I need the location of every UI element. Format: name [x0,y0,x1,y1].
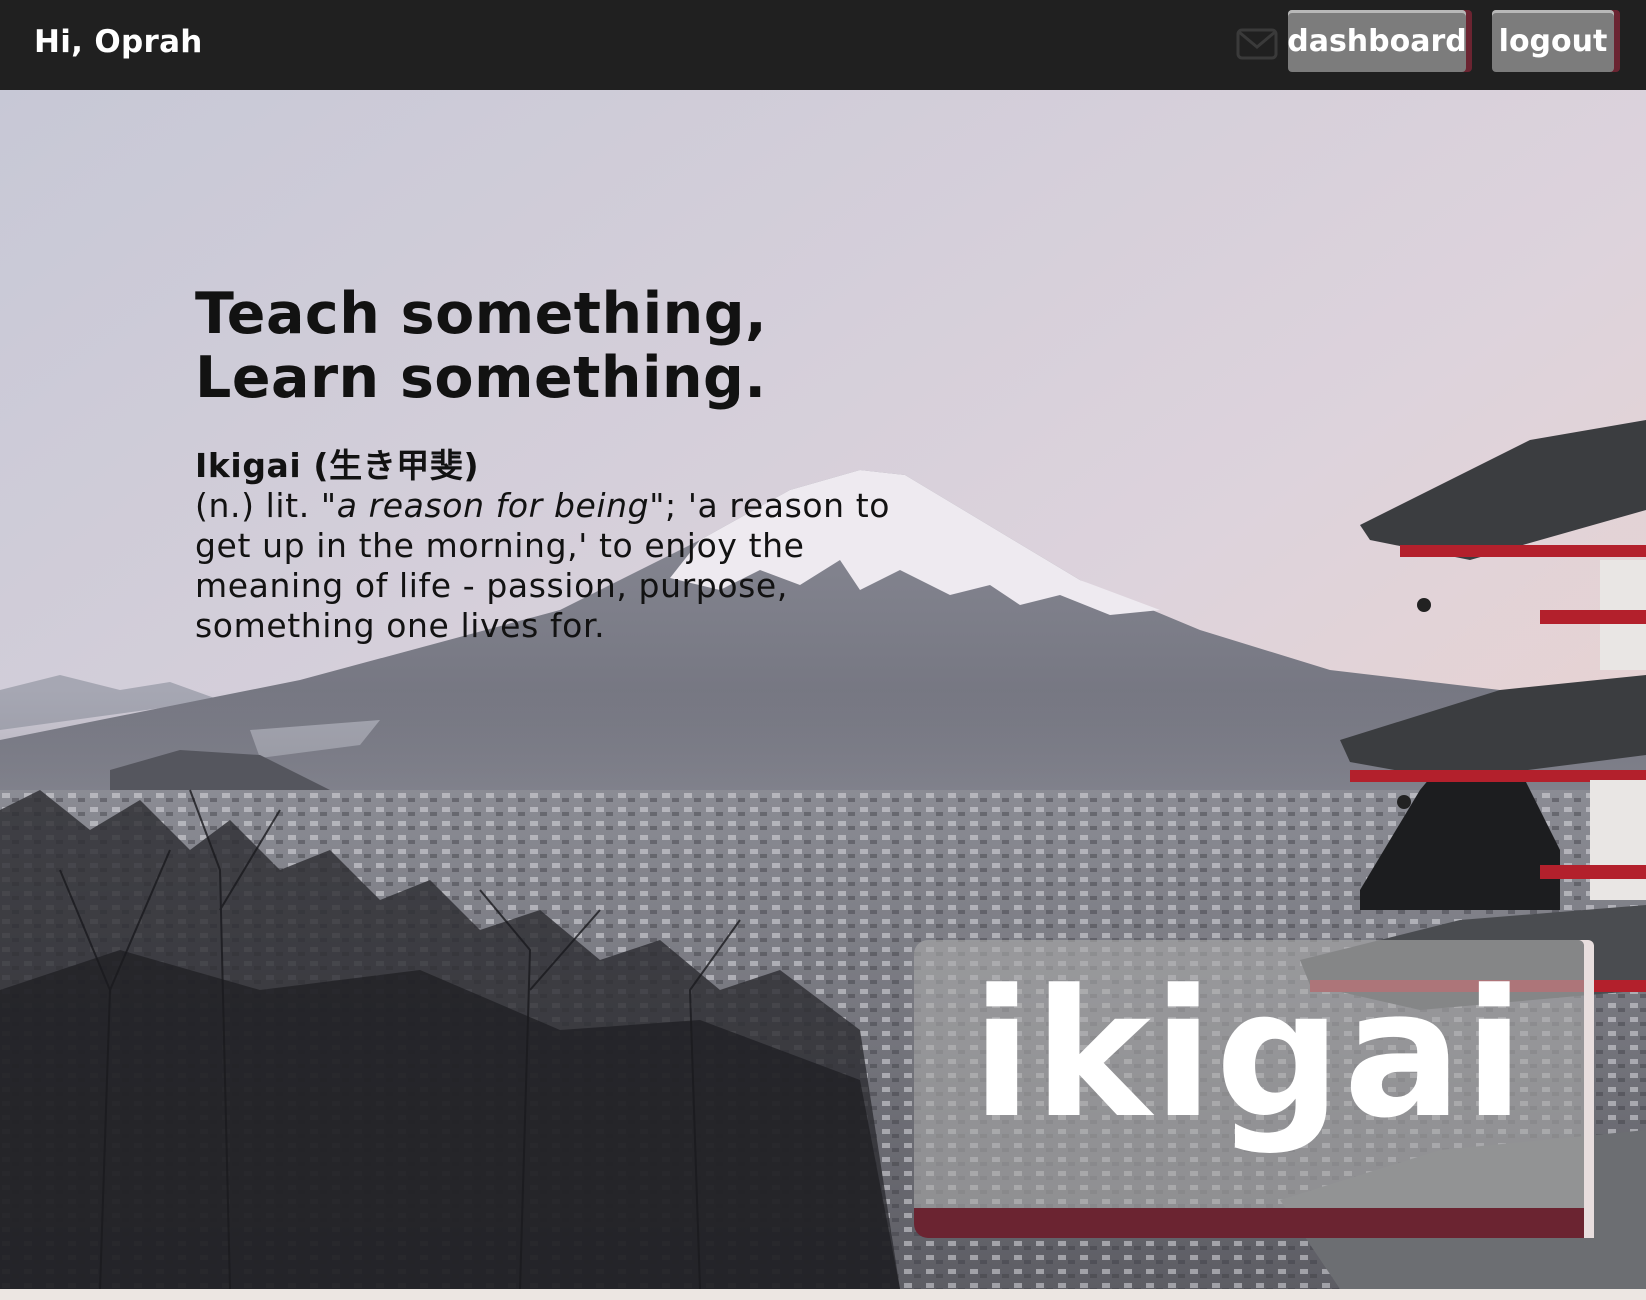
hero-tagline: Teach something, Learn something. [195,282,767,410]
definition-prefix: (n.) lit. " [195,486,337,525]
ikigai-logo-text: ikigai [971,952,1527,1157]
user-greeting: Hi, Oprah [34,24,203,60]
tagline-line-1: Teach something, [195,281,768,347]
definition-term: Ikigai (生き甲斐) [195,446,480,485]
definition-italic: a reason for being [336,486,650,525]
hero-section: Teach something, Learn something. Ikigai… [0,90,1646,1289]
definition-text: (n.) lit. "a reason for being"; 'a reaso… [195,486,890,645]
logout-button[interactable]: logout [1492,10,1614,72]
envelope-icon [1236,28,1278,60]
tagline-line-2: Learn something. [195,345,767,411]
ikigai-definition: Ikigai (生き甲斐) (n.) lit. "a reason for be… [195,446,895,646]
top-nav-bar: Hi, Oprah dashboard logout [0,0,1646,90]
ikigai-logo-card: ikigai [914,940,1584,1238]
dashboard-button[interactable]: dashboard [1287,10,1467,72]
messages-button[interactable] [1236,26,1278,62]
